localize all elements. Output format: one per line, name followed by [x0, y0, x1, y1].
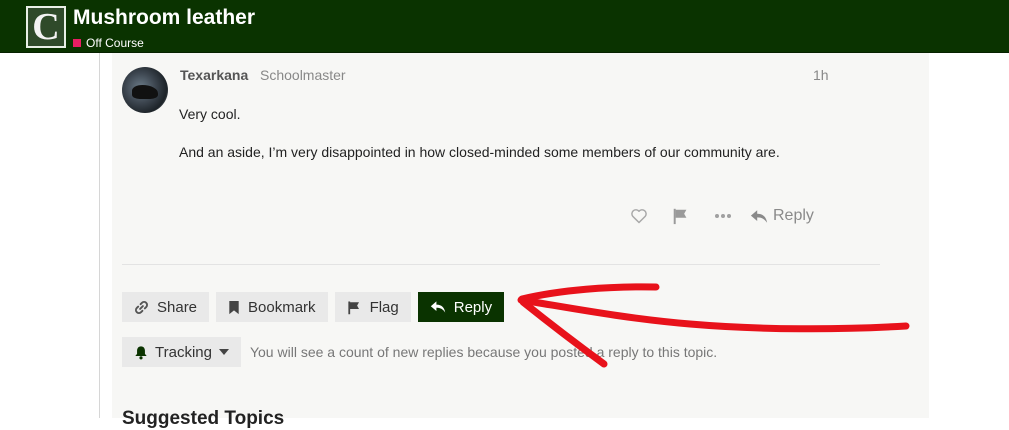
- logo-letter: C: [32, 6, 60, 48]
- caret-down-icon: [218, 349, 229, 355]
- bell-icon: [135, 345, 147, 359]
- tracking-description: You will see a count of new replies beca…: [249, 344, 718, 360]
- link-icon: [135, 300, 148, 314]
- topic-header: C Mushroom leather Off Course: [0, 0, 1009, 53]
- more-actions-button[interactable]: [710, 204, 736, 228]
- category-name: Off Course: [86, 36, 144, 50]
- post-reply-label: Reply: [773, 207, 814, 224]
- reply-icon: [430, 301, 445, 313]
- bookmark-button[interactable]: Bookmark: [216, 292, 328, 322]
- post-paragraph: Very cool.: [179, 106, 241, 122]
- bookmark-label: Bookmark: [248, 298, 316, 316]
- divider: [122, 264, 880, 265]
- post-user-title: Schoolmaster: [260, 67, 346, 83]
- flag-topic-button[interactable]: Flag: [334, 292, 411, 322]
- flag-icon: [673, 208, 687, 225]
- tracking-dropdown[interactable]: Tracking: [122, 337, 241, 367]
- reply-icon: [750, 209, 768, 223]
- avatar[interactable]: [122, 67, 168, 113]
- ellipsis-icon: [715, 214, 731, 218]
- notification-tracking-row: Tracking You will see a count of new rep…: [122, 337, 717, 367]
- share-label: Share: [157, 298, 198, 316]
- topic-footer-buttons: Share Bookmark Flag Reply: [122, 292, 505, 322]
- site-logo[interactable]: C: [26, 6, 66, 48]
- like-button[interactable]: [626, 204, 652, 228]
- bookmark-icon: [229, 300, 239, 314]
- reply-label: Reply: [453, 298, 493, 316]
- suggested-topics-heading: Suggested Topics: [122, 408, 285, 429]
- category-badge[interactable]: Off Course: [73, 36, 144, 50]
- topic-title[interactable]: Mushroom leather: [73, 6, 255, 30]
- category-color-swatch: [73, 39, 81, 47]
- post-age[interactable]: 1h: [813, 67, 829, 83]
- post-paragraph: And an aside, I’m very disappointed in h…: [179, 144, 780, 160]
- reply-button[interactable]: Reply: [417, 292, 505, 322]
- flag-icon: [347, 301, 359, 314]
- post-reply-button[interactable]: Reply: [750, 204, 814, 228]
- post-username[interactable]: Texarkana: [180, 67, 248, 83]
- timeline-line: [99, 53, 100, 418]
- tracking-label: Tracking: [155, 343, 212, 361]
- flag-label: Flag: [369, 298, 399, 316]
- flag-post-button[interactable]: [668, 204, 694, 228]
- post-body: Very cool. And an aside, I’m very disapp…: [179, 106, 859, 182]
- post-actions: Reply: [626, 204, 814, 228]
- share-button[interactable]: Share: [122, 292, 210, 322]
- heart-icon: [631, 209, 647, 224]
